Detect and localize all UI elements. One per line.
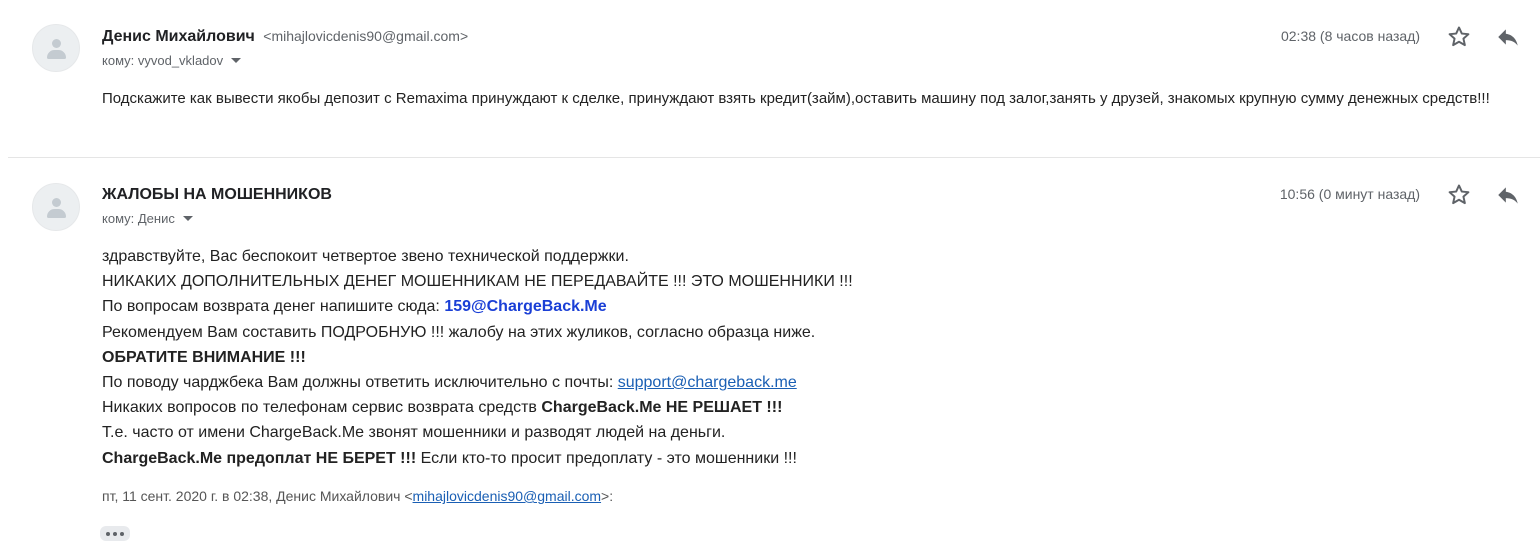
star-button[interactable] xyxy=(1446,182,1472,208)
quote-suffix: >: xyxy=(601,488,614,504)
sender: Денис Михайлович <mihajlovicdenis90@gmai… xyxy=(102,28,468,46)
sender-name[interactable]: ЖАЛОБЫ НА МОШЕННИКОВ xyxy=(102,186,332,203)
body-line: Рекомендуем Вам составить ПОДРОБНУЮ !!! … xyxy=(102,323,816,341)
body-line: ChargeBack.Me предоплат НЕ БЕРЕТ !!! Есл… xyxy=(102,446,1502,471)
message-body: здравствуйте, Вас беспокоит четвертое зв… xyxy=(102,244,1502,471)
support-email: 159@ChargeBack.Me xyxy=(444,298,607,316)
message-time: 10:56 (0 минут назад) xyxy=(1279,186,1420,202)
avatar-icon xyxy=(32,24,80,72)
sender: ЖАЛОБЫ НА МОШЕННИКОВ xyxy=(102,186,332,204)
chevron-down-icon[interactable] xyxy=(182,216,193,222)
body-text: По поводу чарджбека Вам должны ответить … xyxy=(102,374,618,392)
star-icon xyxy=(1448,184,1470,205)
avatar-icon xyxy=(32,183,80,231)
recipient-label: кому: Денис xyxy=(102,211,175,226)
sender-name[interactable]: Денис Михайлович xyxy=(102,28,255,45)
body-line: По поводу чарджбека Вам должны ответить … xyxy=(102,370,1502,395)
body-line: По вопросам возврата денег напишите сюда… xyxy=(102,294,1502,319)
body-line: здравствуйте, Вас беспокоит четвертое зв… xyxy=(102,248,629,265)
reply-icon xyxy=(1498,187,1518,204)
body-bold-text: ChargeBack.Me предоплат НЕ БЕРЕТ !!! xyxy=(102,449,417,467)
body-line: НИКАКИХ ДОПОЛНИТЕЛЬНЫХ ДЕНЕГ МОШЕННИКАМ … xyxy=(102,273,853,291)
recipient-label: кому: vyvod_vkladov xyxy=(102,53,224,68)
body-bold-text: ChargeBack.Me НЕ РЕШАЕТ !!! xyxy=(541,399,783,417)
body-line: Т.е. часто от имени ChargeBack.Me звонят… xyxy=(102,424,726,442)
recipient-details[interactable]: кому: vyvod_vkladov xyxy=(102,53,242,68)
show-trimmed-content-button[interactable] xyxy=(100,526,130,541)
body-text: По вопросам возврата денег напишите сюда… xyxy=(102,298,445,316)
star-button[interactable] xyxy=(1446,24,1472,50)
email-message: ЖАЛОБЫ НА МОШЕННИКОВ кому: Денис 10:56 (… xyxy=(0,158,1540,545)
body-line: ОБРАТИТЕ ВНИМАНИЕ !!! xyxy=(102,348,306,366)
body-text: Никаких вопросов по телефонам сервис воз… xyxy=(102,399,542,417)
email-message: Денис Михайлович <mihajlovicdenis90@gmai… xyxy=(0,0,1540,158)
quote-attribution: пт, 11 сент. 2020 г. в 02:38, Денис Миха… xyxy=(102,488,613,504)
reply-button[interactable] xyxy=(1494,182,1522,208)
body-text: Если кто-то просит предоплату - это моше… xyxy=(416,449,797,467)
message-time: 02:38 (8 часов назад) xyxy=(1280,28,1420,44)
quote-prefix: пт, 11 сент. 2020 г. в 02:38, Денис Миха… xyxy=(102,488,413,504)
reply-icon xyxy=(1498,29,1518,46)
support-email-link[interactable]: support@chargeback.me xyxy=(618,374,797,391)
body-line: Никаких вопросов по телефонам сервис воз… xyxy=(102,395,1502,420)
message-body: Подскажите как вывести якобы депозит с R… xyxy=(102,90,1490,107)
sender-email: <mihajlovicdenis90@gmail.com> xyxy=(263,28,469,44)
reply-button[interactable] xyxy=(1494,24,1522,50)
more-icon xyxy=(106,531,110,536)
chevron-down-icon[interactable] xyxy=(231,58,242,64)
star-icon xyxy=(1448,26,1470,47)
recipient-details[interactable]: кому: Денис xyxy=(102,211,193,226)
quote-email-link[interactable]: mihajlovicdenis90@gmail.com xyxy=(413,488,602,504)
